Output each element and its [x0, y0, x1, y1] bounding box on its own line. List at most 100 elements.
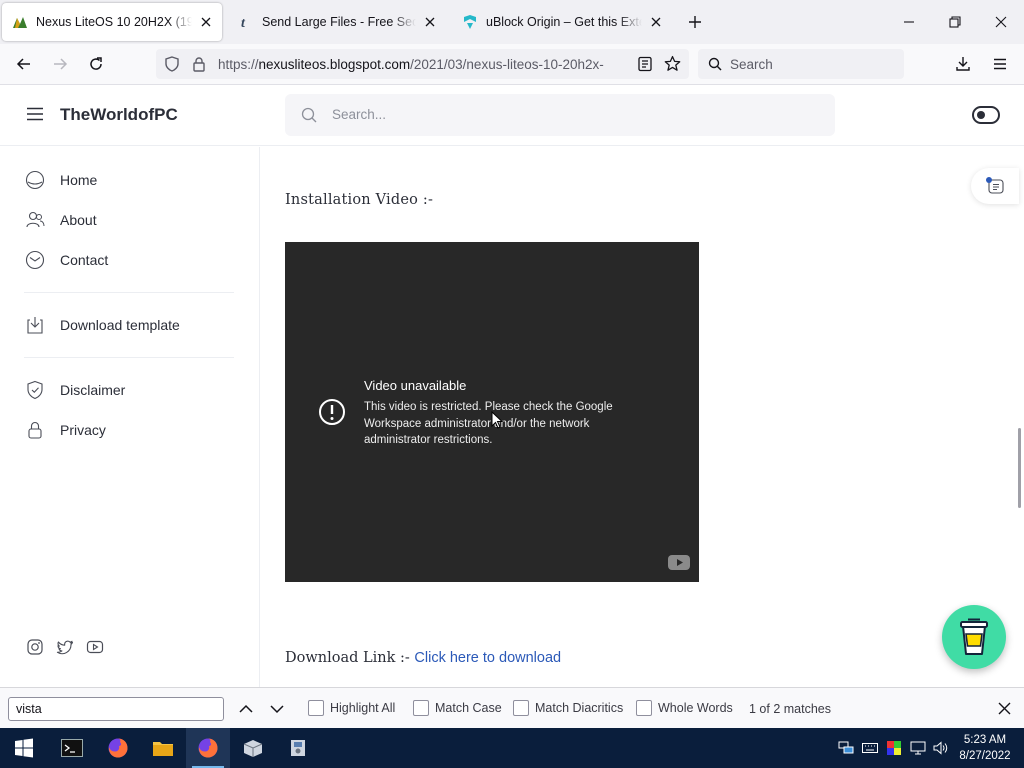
coffee-cup-icon [959, 618, 989, 656]
sidebar-divider [24, 357, 234, 358]
sidebar-item-label: Home [60, 172, 98, 188]
svg-text:t: t [241, 16, 246, 30]
option-label: Match Case [435, 701, 502, 715]
reader-view-icon[interactable] [637, 56, 653, 72]
site-search-input[interactable]: Search... [285, 94, 835, 136]
mouse-cursor-icon [491, 411, 503, 429]
network-status-icon[interactable] [835, 728, 857, 768]
match-diacritics-checkbox[interactable]: Match Diacritics [513, 700, 623, 716]
clock-time: 5:23 AM [963, 734, 1007, 746]
site-menu-icon[interactable] [26, 107, 44, 121]
whole-words-checkbox[interactable]: Whole Words [636, 700, 733, 716]
download-label: Download Link :- [285, 650, 415, 666]
close-tab-icon[interactable] [648, 14, 664, 30]
sidebar-item-home[interactable]: Home [24, 167, 97, 193]
installation-video-heading: Installation Video :- [285, 192, 434, 208]
volume-speaker-icon[interactable] [930, 728, 952, 768]
bookmark-star-icon[interactable] [664, 55, 681, 72]
option-label: Match Diacritics [535, 701, 624, 715]
tab-nexus-liteos[interactable]: Nexus LiteOS 10 20H2X (19042.8 [2, 3, 222, 41]
reload-icon[interactable] [81, 50, 111, 78]
highlight-all-checkbox[interactable]: Highlight All [308, 700, 395, 716]
keyboard-icon[interactable] [859, 728, 881, 768]
back-arrow-icon[interactable] [9, 50, 39, 78]
forward-arrow-icon[interactable] [45, 50, 75, 78]
firefox-active-icon[interactable] [186, 728, 230, 768]
page-scrollbar-thumb[interactable] [1018, 428, 1021, 508]
sidebar-item-label: About [60, 212, 97, 228]
match-case-checkbox[interactable]: Match Case [413, 700, 502, 716]
tracking-protection-shield-icon[interactable] [164, 56, 180, 72]
dark-mode-toggle[interactable] [972, 106, 1000, 124]
alert-circle-icon [318, 398, 346, 426]
url-bar[interactable]: https://nexusliteos.blogspot.com/2021/03… [156, 49, 689, 79]
new-tab-icon[interactable] [684, 11, 706, 33]
minimize-window-icon[interactable] [886, 0, 932, 44]
checkbox-box[interactable] [413, 700, 429, 716]
download-line: Download Link :- Click here to download [285, 650, 561, 666]
restore-window-icon[interactable] [932, 0, 978, 44]
youtube-logo-icon[interactable] [668, 555, 690, 570]
browser-search-box[interactable]: Search [698, 49, 904, 79]
find-previous-chevron-up-icon[interactable] [235, 698, 257, 720]
system-clock[interactable]: 5:23 AM 8/27/2022 [950, 732, 1020, 764]
sidebar-item-disclaimer[interactable]: Disclaimer [24, 377, 125, 403]
checkbox-box[interactable] [308, 700, 324, 716]
youtube-icon[interactable] [85, 637, 105, 657]
sidebar-item-label: Privacy [60, 422, 106, 438]
tab-title: Send Large Files - Free Secure F [262, 15, 416, 29]
close-find-bar-icon[interactable] [994, 698, 1014, 718]
sidebar-item-contact[interactable]: Contact [24, 247, 108, 273]
display-monitor-icon[interactable] [907, 728, 929, 768]
tab-ublock-origin[interactable]: uBlock Origin – Get this Extensio [452, 3, 672, 41]
close-window-icon[interactable] [978, 0, 1024, 44]
option-label: Highlight All [330, 701, 396, 715]
downloads-icon[interactable] [948, 50, 978, 78]
site-brand-title[interactable]: TheWorldofPC [60, 105, 178, 125]
toc-list-icon [984, 176, 1006, 196]
find-next-chevron-down-icon[interactable] [266, 698, 288, 720]
firefox-icon[interactable] [96, 728, 140, 768]
table-of-contents-button[interactable] [971, 168, 1019, 204]
sidebar-item-about[interactable]: About [24, 207, 97, 233]
mail-icon [24, 249, 46, 271]
hamburger-menu-icon[interactable] [985, 50, 1015, 78]
windows-taskbar: 5:23 AM 8/27/2022 [0, 728, 1024, 768]
site-search-placeholder: Search... [332, 107, 387, 122]
installer-package-icon[interactable] [231, 728, 275, 768]
option-label: Whole Words [658, 701, 733, 715]
close-tab-icon[interactable] [198, 14, 214, 30]
shield-check-icon [24, 379, 46, 401]
url-text: https://nexusliteos.blogspot.com/2021/03… [218, 57, 626, 72]
tab-title: Nexus LiteOS 10 20H2X (19042.8 [36, 15, 192, 29]
tab-send-large-files[interactable]: t Send Large Files - Free Secure F [228, 3, 446, 41]
url-domain: nexusliteos.blogspot.com [258, 57, 411, 72]
sidebar-item-download-template[interactable]: Download template [24, 312, 180, 338]
ublock-favicon-icon [462, 14, 478, 30]
tab-strip: Nexus LiteOS 10 20H2X (19042.8 t Send La… [0, 0, 1024, 44]
sidebar-item-privacy[interactable]: Privacy [24, 417, 106, 443]
buy-me-a-coffee-button[interactable] [942, 605, 1006, 669]
terminal-icon[interactable] [50, 728, 94, 768]
color-app-icon[interactable] [883, 728, 905, 768]
lock-icon[interactable] [192, 56, 206, 72]
toggle-knob [977, 111, 985, 119]
video-error-message: This video is restricted. Please check t… [364, 401, 613, 446]
checkbox-box[interactable] [636, 700, 652, 716]
setup-disk-icon[interactable] [276, 728, 320, 768]
file-explorer-folder-icon[interactable] [141, 728, 185, 768]
twitter-icon[interactable] [55, 637, 75, 657]
checkbox-box[interactable] [513, 700, 529, 716]
url-prefix: https:// [218, 57, 259, 72]
download-link[interactable]: Click here to download [414, 650, 561, 666]
start-windows-icon[interactable] [2, 728, 46, 768]
close-tab-icon[interactable] [422, 14, 438, 30]
sidebar-item-label: Contact [60, 252, 109, 268]
sidebar-item-label: Disclaimer [60, 382, 126, 398]
find-input[interactable] [8, 697, 224, 721]
browser-search-placeholder: Search [730, 57, 773, 72]
instagram-icon[interactable] [25, 637, 45, 657]
find-match-count: 1 of 2 matches [749, 702, 831, 716]
sidebar-divider [24, 292, 234, 293]
download-icon [24, 314, 46, 336]
